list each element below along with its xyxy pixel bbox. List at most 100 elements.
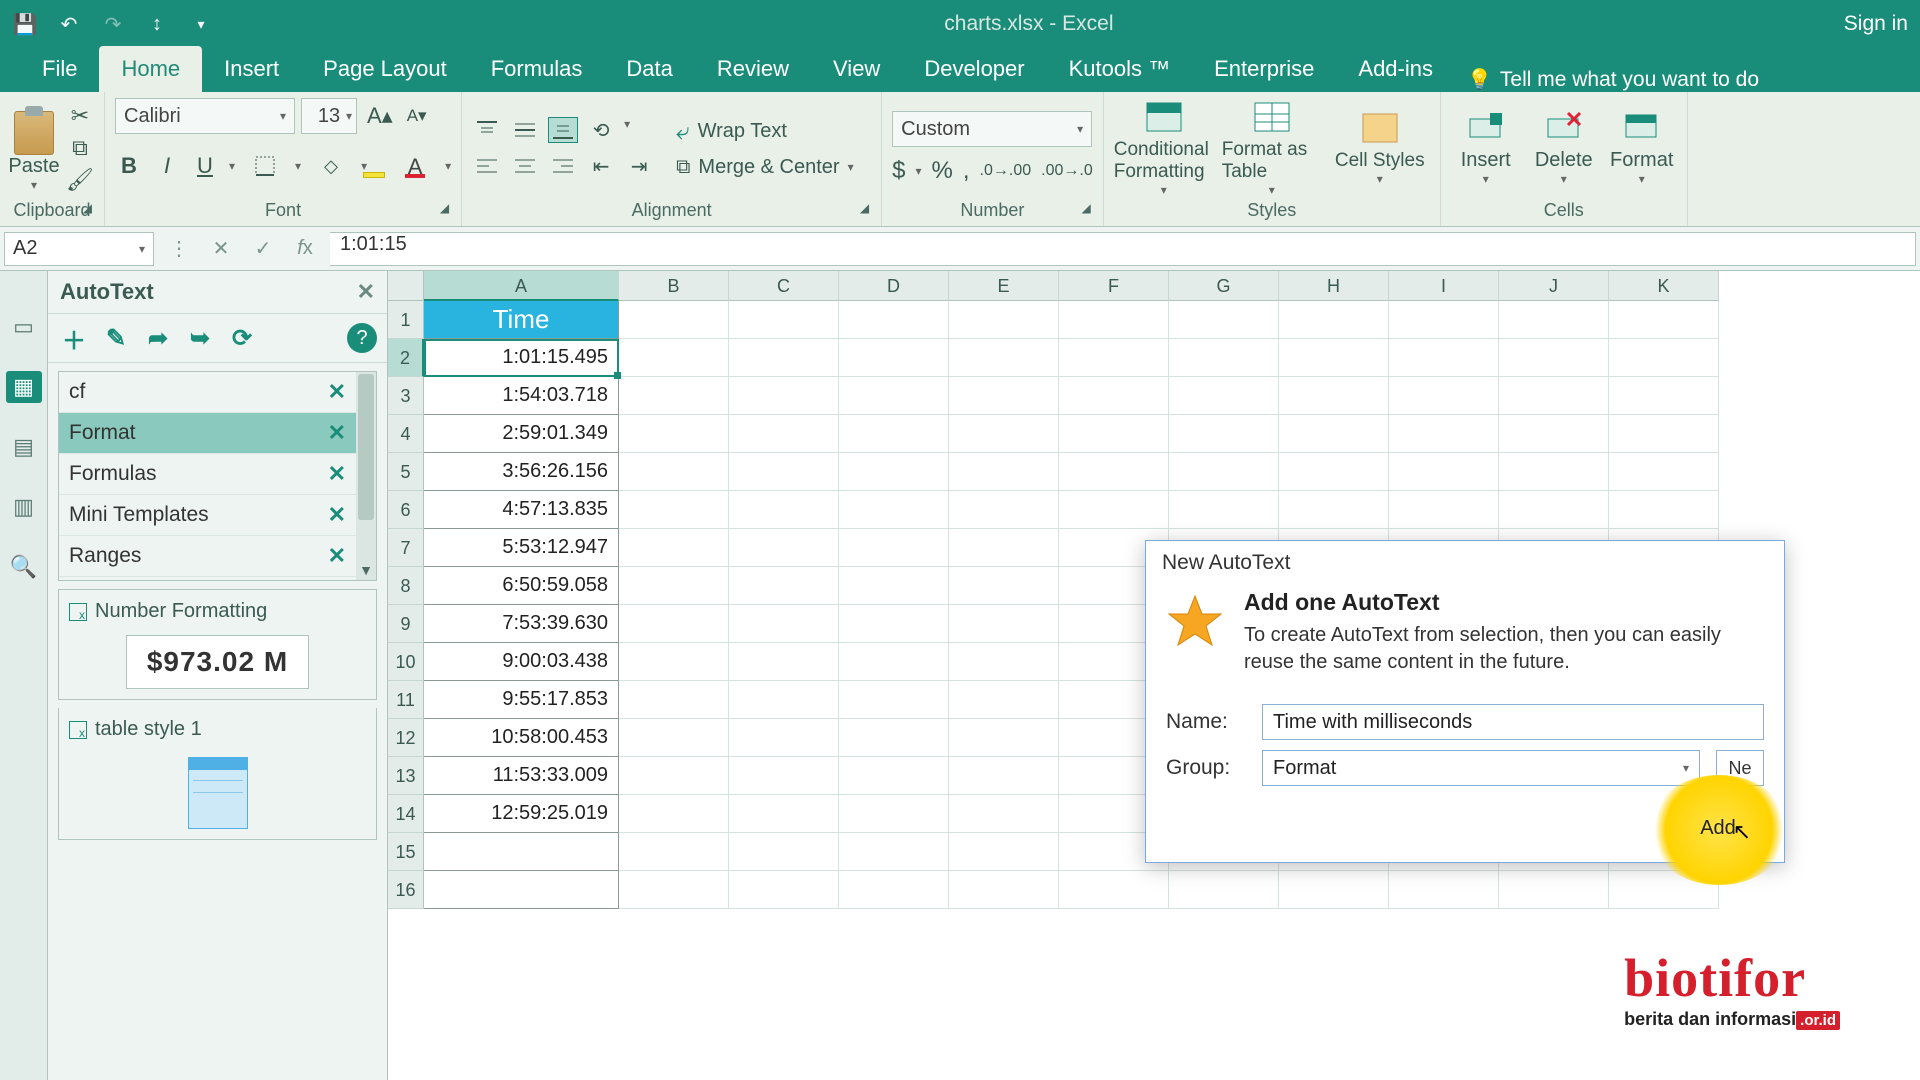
cell[interactable] bbox=[839, 833, 949, 871]
scroll-down-icon[interactable]: ▼ bbox=[356, 562, 376, 580]
tab-data[interactable]: Data bbox=[604, 46, 694, 92]
row-header[interactable]: 5 bbox=[388, 453, 424, 491]
cell[interactable] bbox=[1389, 377, 1499, 415]
column-header[interactable]: I bbox=[1389, 271, 1499, 301]
cell[interactable] bbox=[729, 605, 839, 643]
chevron-down-icon[interactable]: ▾ bbox=[295, 159, 301, 173]
cell[interactable] bbox=[1169, 415, 1279, 453]
cell[interactable] bbox=[729, 795, 839, 833]
cell[interactable]: 9:55:17.853 bbox=[424, 681, 619, 719]
cell[interactable]: 5:53:12.947 bbox=[424, 529, 619, 567]
tab-addins[interactable]: Add-ins bbox=[1336, 46, 1455, 92]
cell[interactable] bbox=[949, 643, 1059, 681]
column-header[interactable]: D bbox=[839, 271, 949, 301]
cell[interactable] bbox=[1279, 339, 1389, 377]
tab-review[interactable]: Review bbox=[695, 46, 811, 92]
cell[interactable] bbox=[619, 491, 729, 529]
align-middle-icon[interactable] bbox=[510, 117, 540, 143]
increase-font-icon[interactable]: A▴ bbox=[363, 103, 397, 129]
cell[interactable] bbox=[949, 415, 1059, 453]
italic-button[interactable]: I bbox=[153, 152, 181, 180]
column-header[interactable]: J bbox=[1499, 271, 1609, 301]
formula-input[interactable]: 1:01:15 bbox=[330, 232, 1916, 266]
column-header[interactable]: B bbox=[619, 271, 729, 301]
tab-view[interactable]: View bbox=[811, 46, 902, 92]
cell[interactable] bbox=[949, 833, 1059, 871]
chevron-down-icon[interactable]: ▾ bbox=[915, 164, 921, 178]
remove-group-icon[interactable]: ✕ bbox=[328, 461, 346, 487]
remove-group-icon[interactable]: ✕ bbox=[328, 502, 346, 528]
cell[interactable] bbox=[839, 377, 949, 415]
row-header[interactable]: 12 bbox=[388, 719, 424, 757]
cell[interactable] bbox=[619, 453, 729, 491]
cell[interactable] bbox=[949, 605, 1059, 643]
cell[interactable] bbox=[1389, 871, 1499, 909]
cell[interactable] bbox=[1169, 871, 1279, 909]
chevron-down-icon[interactable]: ▾ bbox=[624, 117, 630, 143]
cell[interactable] bbox=[619, 795, 729, 833]
group-item-mini-templates[interactable]: Mini Templates✕ bbox=[59, 495, 356, 536]
increase-indent-icon[interactable]: ⇥ bbox=[624, 153, 654, 179]
row-header[interactable]: 2 bbox=[388, 339, 424, 377]
row-header[interactable]: 3 bbox=[388, 377, 424, 415]
cell[interactable] bbox=[1059, 491, 1169, 529]
row-header[interactable]: 15 bbox=[388, 833, 424, 871]
enter-icon[interactable]: ✓ bbox=[246, 232, 280, 266]
chevron-down-icon[interactable]: ▾ bbox=[229, 159, 235, 173]
format-as-table-button[interactable]: Format as Table▾ bbox=[1222, 99, 1322, 197]
cell[interactable] bbox=[1389, 453, 1499, 491]
underline-button[interactable]: U bbox=[191, 152, 219, 180]
cell[interactable]: 10:58:00.453 bbox=[424, 719, 619, 757]
cell[interactable] bbox=[1059, 415, 1169, 453]
insert-cells-button[interactable]: Insert▾ bbox=[1451, 111, 1521, 186]
qat-customize-icon[interactable]: ▾ bbox=[188, 11, 214, 37]
cell[interactable] bbox=[839, 301, 949, 339]
cell[interactable] bbox=[619, 757, 729, 795]
cell[interactable] bbox=[1499, 377, 1609, 415]
close-pane-icon[interactable]: ✕ bbox=[357, 279, 375, 305]
tab-kutools[interactable]: Kutools ™ bbox=[1047, 46, 1193, 92]
cell[interactable] bbox=[1279, 491, 1389, 529]
dialog-launcher-icon[interactable]: ◢ bbox=[860, 196, 869, 220]
row-header[interactable]: 10 bbox=[388, 643, 424, 681]
tab-formulas[interactable]: Formulas bbox=[469, 46, 605, 92]
dialog-launcher-icon[interactable]: ◢ bbox=[83, 196, 92, 220]
add-button[interactable]: Add ↖ bbox=[1672, 810, 1764, 846]
align-left-icon[interactable] bbox=[472, 153, 502, 179]
cell[interactable] bbox=[729, 339, 839, 377]
cell[interactable] bbox=[839, 529, 949, 567]
decrease-font-icon[interactable]: A▾ bbox=[403, 106, 431, 126]
cell[interactable]: 11:53:33.009 bbox=[424, 757, 619, 795]
cell[interactable] bbox=[619, 681, 729, 719]
remove-group-icon[interactable]: ✕ bbox=[328, 420, 346, 446]
accounting-format-icon[interactable]: $ bbox=[892, 157, 905, 185]
cell[interactable] bbox=[839, 681, 949, 719]
undo-icon[interactable]: ↶ bbox=[56, 11, 82, 37]
group-item-formulas[interactable]: Formulas✕ bbox=[59, 454, 356, 495]
column-header[interactable]: C bbox=[729, 271, 839, 301]
cell[interactable] bbox=[839, 871, 949, 909]
cell[interactable] bbox=[1059, 871, 1169, 909]
cell[interactable] bbox=[619, 301, 729, 339]
cell[interactable] bbox=[1389, 339, 1499, 377]
cell[interactable] bbox=[729, 453, 839, 491]
percent-format-icon[interactable]: % bbox=[932, 157, 953, 185]
cell[interactable] bbox=[1609, 301, 1719, 339]
cell[interactable] bbox=[839, 491, 949, 529]
add-autotext-icon[interactable]: ＋ bbox=[58, 322, 90, 354]
cell[interactable] bbox=[729, 529, 839, 567]
cell[interactable] bbox=[949, 491, 1059, 529]
cell[interactable] bbox=[1499, 871, 1609, 909]
cell[interactable] bbox=[1059, 301, 1169, 339]
bold-button[interactable]: B bbox=[115, 152, 143, 180]
row-header[interactable]: 11 bbox=[388, 681, 424, 719]
save-icon[interactable]: 💾 bbox=[12, 11, 38, 37]
fx-icon[interactable]: fx bbox=[288, 232, 322, 266]
cell[interactable] bbox=[839, 605, 949, 643]
cell[interactable] bbox=[729, 643, 839, 681]
export-autotext-icon[interactable]: ➦ bbox=[142, 322, 174, 354]
cell[interactable] bbox=[1279, 377, 1389, 415]
dialog-launcher-icon[interactable]: ◢ bbox=[1081, 196, 1090, 220]
cell[interactable] bbox=[619, 377, 729, 415]
number-format-combo[interactable]: Custom▾ bbox=[892, 111, 1092, 147]
